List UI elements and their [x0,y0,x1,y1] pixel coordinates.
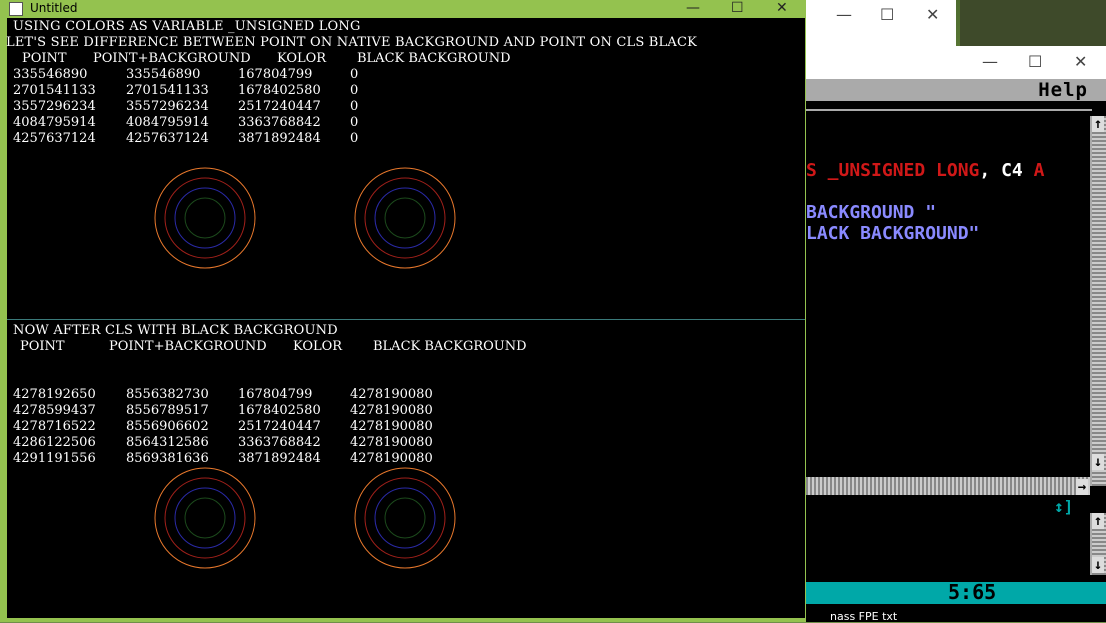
immediate-window[interactable]: ↕] ↑ ↓ [806,495,1106,579]
table-cell: 4278599437 [13,403,96,418]
table-cell: 3871892484 [238,131,321,146]
circle-group-3 [154,467,256,569]
status-bar: 5:65 [806,580,1106,604]
table-cell: 4278716522 [13,419,96,434]
immediate-scrollbar[interactable]: ↑ ↓ [1090,513,1106,575]
table-cell: 8556382730 [126,387,209,402]
table-cell: 8569381636 [126,451,209,466]
table-cell: 4084795914 [13,115,96,130]
background-window: — ☐ ✕ [806,0,956,46]
qb-editor-window: — ☐ ✕ Help S _UNSIGNED LONG, C4 A BACKGR… [806,46,1106,622]
table-cell: 4084795914 [126,115,209,130]
circle-group-1 [154,167,256,269]
table-cell: 0 [350,67,359,82]
table-cell: 8564312586 [126,435,209,450]
table-cell: 4278190080 [350,435,433,450]
heading-line-2: LET'S SEE DIFFERENCE BETWEEN POINT ON NA… [6,35,698,50]
window-titlebar[interactable]: Untitled — ☐ ✕ [0,0,806,18]
code-line-2: BACKGROUND " [806,202,937,223]
heading-after-cls: NOW AFTER CLS WITH BLACK BACKGROUND [13,323,338,338]
table-cell: 0 [350,115,359,130]
column-header: POINT+BACKGROUND [109,339,267,354]
cursor-glyph: ↕] [1054,497,1074,516]
window-title: Untitled [30,1,78,15]
column-header: POINT+BACKGROUND [93,51,251,66]
table-cell: 4278190080 [350,419,433,434]
code-line-1: S _UNSIGNED LONG, C4 A [806,160,1045,181]
table-cell: 1678402580 [238,83,321,98]
table-cell: 4291191556 [13,451,96,466]
tree-foliage [960,0,1106,46]
cursor-position: 5:65 [948,580,997,604]
graphics-screen: USING COLORS AS VARIABLE _UNSIGNED LONG … [6,18,805,618]
table-cell: 335546890 [126,67,201,82]
table-cell: 0 [350,99,359,114]
scroll-down-icon[interactable]: ↓ [1092,557,1104,573]
vertical-scrollbar[interactable]: ↑ ↓ [1090,116,1106,486]
column-header: BLACK BACKGROUND [373,339,527,354]
table-cell: 4278190080 [350,403,433,418]
close-icon[interactable]: ✕ [776,0,788,16]
program-output-window: Untitled — ☐ ✕ USING COLORS AS VARIABLE … [0,0,806,622]
heading-line-1: USING COLORS AS VARIABLE _UNSIGNED LONG [13,19,361,34]
table-cell: 8556789517 [126,403,209,418]
table-cell: 4257637124 [126,131,209,146]
table-cell: 2517240447 [238,99,321,114]
maximize-icon[interactable]: ☐ [880,5,894,24]
column-header: POINT [22,51,67,66]
table-cell: 8556906602 [126,419,209,434]
scroll-up-icon[interactable]: ↑ [1092,513,1104,529]
maximize-icon[interactable]: ☐ [731,0,744,16]
table-cell: 167804799 [238,67,313,82]
section-divider [7,319,805,320]
column-header: KOLOR [277,51,327,66]
scroll-right-icon[interactable]: → [1076,479,1088,495]
minimize-icon[interactable]: — [686,0,700,16]
editor-frame-top [806,109,1092,111]
taskbar-file-label[interactable]: nass FPE txt [830,610,897,623]
code-line-3: LACK BACKGROUND" [806,223,980,244]
column-header: POINT [20,339,65,354]
qb-menu-bar: Help [806,79,1106,101]
table-cell: 3363768842 [238,115,321,130]
table-cell: 4278190080 [350,451,433,466]
close-icon[interactable]: ✕ [926,5,939,24]
table-cell: 4257637124 [13,131,96,146]
circle-group-4 [354,467,456,569]
close-icon[interactable]: ✕ [1074,52,1087,71]
maximize-icon[interactable]: ☐ [1028,52,1042,71]
table-cell: 4278190080 [350,387,433,402]
circle-group-2 [354,167,456,269]
table-cell: 4286122506 [13,435,96,450]
menu-help[interactable]: Help [1038,79,1088,101]
table-cell: 3557296234 [126,99,209,114]
column-header: KOLOR [293,339,343,354]
app-icon [9,2,23,16]
qb-titlebar: — ☐ ✕ [806,46,1106,79]
table-cell: 3363768842 [238,435,321,450]
table-cell: 0 [350,131,359,146]
scroll-up-icon[interactable]: ↑ [1092,116,1104,132]
minimize-icon[interactable]: — [836,5,852,24]
horizontal-scrollbar[interactable]: → [806,477,1090,495]
scroll-down-icon[interactable]: ↓ [1092,454,1104,470]
table-cell: 2701541133 [13,83,96,98]
table-cell: 1678402580 [238,403,321,418]
column-header: BLACK BACKGROUND [357,51,511,66]
code-editor-area[interactable]: S _UNSIGNED LONG, C4 A BACKGROUND " LACK… [806,101,1106,473]
table-cell: 3871892484 [238,451,321,466]
table-cell: 3557296234 [13,99,96,114]
table-cell: 0 [350,83,359,98]
table-cell: 4278192650 [13,387,96,402]
table-cell: 167804799 [238,387,313,402]
table-cell: 335546890 [13,67,88,82]
minimize-icon[interactable]: — [982,52,998,71]
table-cell: 2701541133 [126,83,209,98]
table-cell: 2517240447 [238,419,321,434]
